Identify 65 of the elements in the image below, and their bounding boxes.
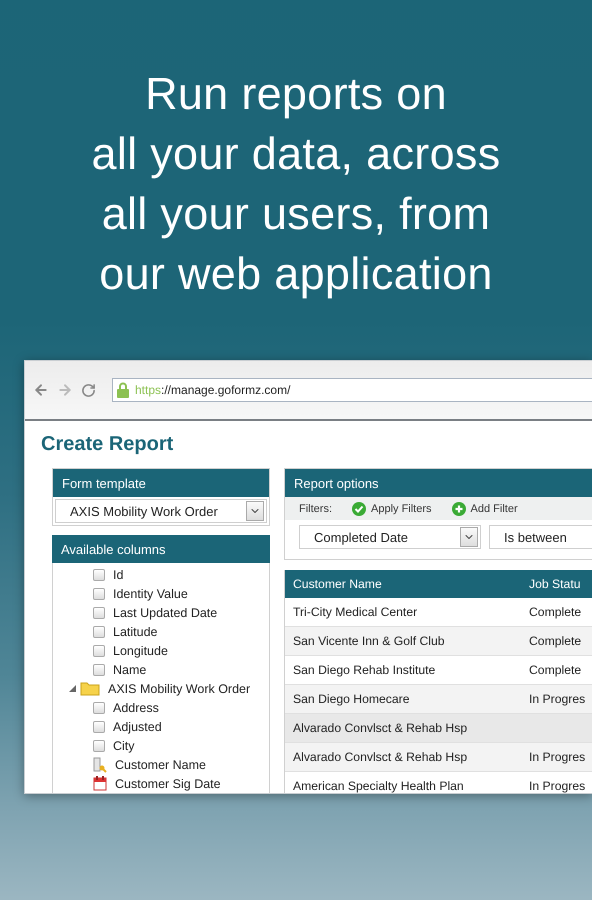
caret-icon xyxy=(246,501,264,521)
table-row[interactable]: Alvarado Convlsct & Rehab Hsp In Progres xyxy=(285,743,592,772)
table-row[interactable]: San Vicente Inn & Golf Club Complete xyxy=(285,627,592,656)
tree-item[interactable]: Adjusted xyxy=(113,720,162,734)
folder-icon xyxy=(80,681,100,696)
checkbox[interactable] xyxy=(93,740,105,752)
filters-label: Filters: xyxy=(299,502,332,514)
checkbox[interactable] xyxy=(93,720,105,732)
apply-filters-button[interactable]: Apply Filters xyxy=(352,502,432,516)
table-cell-text: Complete xyxy=(528,605,582,619)
tree-item[interactable]: City xyxy=(113,738,135,752)
column-header[interactable]: Customer Name xyxy=(285,577,521,591)
field-select[interactable]: Completed Date xyxy=(299,525,481,549)
checkbox[interactable] xyxy=(93,606,105,618)
table-cell-text: In Progres xyxy=(528,750,586,764)
lock-icon xyxy=(117,382,129,398)
table-cell-text: Complete xyxy=(528,634,582,648)
tree-item[interactable]: Identity Value xyxy=(113,586,188,600)
table-cell-text: San Vicente Inn & Golf Club xyxy=(292,634,446,648)
tree-item[interactable]: Name xyxy=(113,662,146,676)
page-title: Create Report xyxy=(41,433,174,456)
table-cell-text: Alvarado Convlsct & Rehab Hsp xyxy=(292,750,468,764)
tree-item[interactable]: Longitude xyxy=(113,644,168,658)
tree-item[interactable]: Id xyxy=(113,568,124,582)
panel-header: Form template xyxy=(53,469,269,497)
column-header[interactable]: Job Statu xyxy=(521,577,592,591)
table-cell-text: Tri-City Medical Center xyxy=(292,605,418,619)
checkbox[interactable] xyxy=(93,644,105,656)
table-cell-text: Complete xyxy=(528,663,582,677)
tree-item[interactable]: Last Updated Date xyxy=(113,606,218,620)
tree-item[interactable]: Customer Sig Date xyxy=(115,776,221,790)
checkbox[interactable] xyxy=(93,588,105,600)
operator-select[interactable]: Is between xyxy=(489,525,592,549)
caret-icon xyxy=(460,527,478,547)
table-cell-text: San Diego Rehab Institute xyxy=(292,663,436,677)
tree-item[interactable]: Address xyxy=(113,700,159,714)
headline: Run reports on all your data, across all your users, from our web application xyxy=(90,67,502,301)
table-cell-text: American Specialty Health Plan xyxy=(292,779,465,793)
reload-icon[interactable] xyxy=(81,382,96,398)
table-cell-text: Alvarado Convlsct & Rehab Hsp xyxy=(292,721,468,735)
plus-circle-icon xyxy=(452,502,466,516)
address-field[interactable]: https://manage.goformz.com/ xyxy=(112,378,592,402)
checkbox[interactable] xyxy=(93,702,105,714)
forward-icon[interactable] xyxy=(57,382,73,398)
panel-header: Report options xyxy=(285,469,592,497)
group-row[interactable]: Alvarado Convlsct & Rehab Hsp xyxy=(285,714,592,743)
template-select[interactable]: AXIS Mobility Work Order xyxy=(55,499,267,523)
table-cell-text: In Progres xyxy=(528,779,586,793)
table-cell-text: San Diego Homecare xyxy=(292,692,411,706)
checkbox[interactable] xyxy=(93,568,105,580)
table-row[interactable]: San Diego Homecare In Progres xyxy=(285,685,592,714)
add-filter-button[interactable]: Add Filter xyxy=(452,502,518,516)
url-text: https://manage.goformz.com/ xyxy=(135,383,290,397)
back-icon[interactable] xyxy=(33,382,49,398)
table-cell-text: In Progres xyxy=(528,692,586,706)
key-document-icon xyxy=(93,756,107,772)
tree-item[interactable]: AXIS Mobility Work Order xyxy=(108,682,250,696)
checkbox[interactable] xyxy=(93,626,105,638)
tree-item[interactable]: Customer Name xyxy=(115,758,206,772)
panel-header: Available columns xyxy=(52,535,270,563)
check-circle-icon xyxy=(352,502,366,516)
calendar-icon xyxy=(93,776,107,791)
tree-item[interactable]: Latitude xyxy=(113,624,158,638)
checkbox[interactable] xyxy=(93,664,105,676)
expand-triangle-icon[interactable] xyxy=(69,685,76,692)
